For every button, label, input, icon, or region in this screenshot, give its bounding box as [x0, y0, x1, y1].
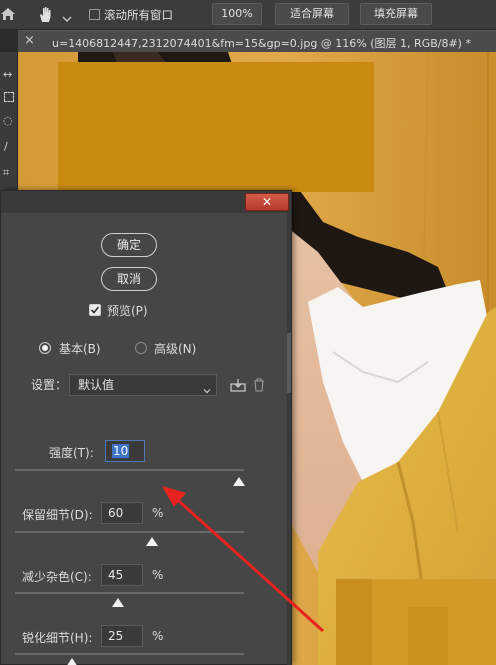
preserve-details-unit: % [152, 506, 164, 520]
strength-value: 10 [112, 444, 130, 458]
dialog-title-bar[interactable]: ✕ [1, 191, 291, 213]
chevron-down-icon [203, 381, 211, 394]
reduce-color-noise-label: 减少杂色(C): [22, 570, 92, 584]
strength-label: 强度(T): [49, 446, 94, 460]
reduce-noise-dialog: ✕ 确定 取消 预览(P) 基本(B) 高级(N) 设置： 默认值 强度(T):… [0, 190, 292, 665]
hand-icon[interactable] [36, 4, 56, 24]
cancel-button[interactable]: 取消 [101, 267, 157, 291]
crop-tool-icon[interactable]: ⌗ [3, 166, 9, 180]
reduce-color-noise-input[interactable]: 45 [101, 564, 143, 586]
settings-label: 设置： [31, 378, 68, 392]
reduce-color-noise-slider-track[interactable] [15, 592, 244, 594]
preserve-details-label: 保留细节(D): [22, 508, 93, 522]
settings-value: 默认值 [78, 378, 115, 392]
reduce-color-noise-unit: % [152, 568, 164, 582]
document-tab-bar: × u=1406812447,2312074401&fm=15&gp=0.jpg… [0, 30, 496, 52]
close-tab-icon[interactable]: × [24, 33, 35, 48]
tools-panel: ↔ ◌ / ⌗ [0, 52, 18, 192]
lasso-tool-icon[interactable]: ◌ [3, 114, 13, 127]
dialog-close-button[interactable]: ✕ [245, 193, 289, 211]
document-tab-title: u=1406812447,2312074401&fm=15&gp=0.jpg @… [52, 37, 471, 50]
marquee-tool-icon[interactable] [4, 92, 14, 102]
settings-select[interactable]: 默认值 [69, 374, 217, 396]
scroll-all-windows-checkbox[interactable] [89, 9, 100, 20]
home-icon[interactable] [0, 6, 16, 22]
preview-checkbox[interactable] [89, 304, 101, 316]
scroll-all-windows-label: 滚动所有窗口 [104, 8, 173, 22]
mode-basic-label: 基本(B) [59, 342, 101, 356]
strength-slider-track[interactable] [15, 469, 244, 471]
strength-slider-thumb[interactable] [233, 477, 246, 486]
trash-icon[interactable] [253, 377, 265, 392]
sharpen-details-slider-track[interactable] [15, 653, 244, 655]
document-tab[interactable]: × u=1406812447,2312074401&fm=15&gp=0.jpg… [18, 30, 496, 52]
options-bar: 滚动所有窗口 100% 适合屏幕 填充屏幕 [0, 0, 496, 30]
ok-button[interactable]: 确定 [101, 233, 157, 257]
preview-label: 预览(P) [107, 304, 148, 318]
mode-advanced-radio[interactable] [135, 342, 147, 354]
preserve-details-slider-thumb[interactable] [146, 537, 159, 546]
dialog-scrollbar[interactable] [287, 213, 291, 665]
preserve-details-input[interactable]: 60 [101, 502, 143, 524]
brush-tool-icon[interactable]: / [4, 140, 8, 153]
sharpen-details-label: 锐化细节(H): [22, 631, 93, 645]
move-tool-icon[interactable]: ↔ [3, 68, 12, 81]
preserve-details-slider-track[interactable] [15, 531, 244, 533]
mode-basic-radio[interactable] [39, 342, 51, 354]
mode-advanced-label: 高级(N) [154, 342, 197, 356]
reduce-color-noise-slider-thumb[interactable] [112, 598, 125, 607]
zoom-100-button[interactable]: 100% [212, 3, 262, 25]
strength-input[interactable]: 10 [105, 440, 145, 462]
save-preset-icon[interactable] [230, 377, 246, 392]
fill-screen-button[interactable]: 填充屏幕 [360, 3, 432, 25]
fit-screen-button[interactable]: 适合屏幕 [275, 3, 349, 25]
sharpen-details-slider-thumb[interactable] [66, 658, 79, 665]
chevron-down-icon[interactable] [62, 9, 72, 22]
sharpen-details-input[interactable]: 25 [101, 625, 143, 647]
sharpen-details-unit: % [152, 629, 164, 643]
